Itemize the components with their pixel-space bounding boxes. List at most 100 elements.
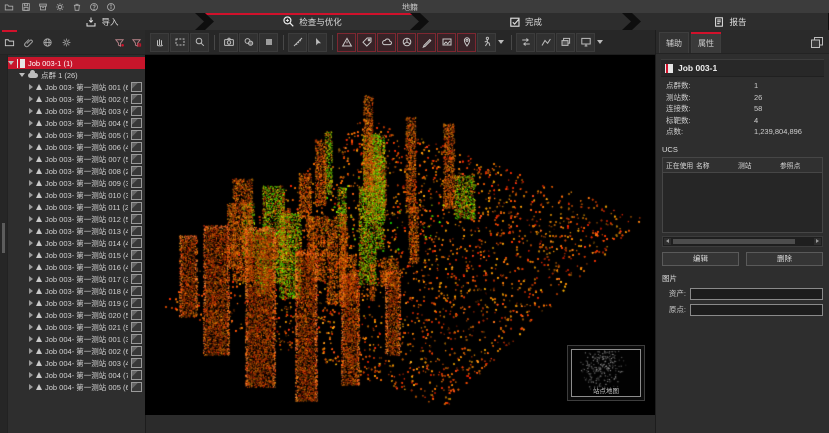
tree-station-row[interactable]: Job 003- 第一测站 019 (2) <box>8 297 145 309</box>
cube-view-icon[interactable] <box>259 33 278 52</box>
caret-expanded-icon[interactable] <box>8 61 14 65</box>
tree-station-row[interactable]: Job 003- 第一测站 011 (2) <box>8 201 145 213</box>
cloud-annotation-icon[interactable] <box>377 33 396 52</box>
tree-station-row[interactable]: Job 003- 第一测站 001 (6) <box>8 81 145 93</box>
caret-collapsed-icon[interactable] <box>29 180 33 186</box>
image-thumbnail-icon[interactable] <box>131 226 142 236</box>
ucs-table[interactable]: 正在使用 名称 测站 参照点 <box>662 157 823 233</box>
caret-collapsed-icon[interactable] <box>29 276 33 282</box>
caret-collapsed-icon[interactable] <box>29 324 33 330</box>
caret-collapsed-icon[interactable] <box>29 264 33 270</box>
image-thumbnail-icon[interactable] <box>131 178 142 188</box>
image-thumbnail-icon[interactable] <box>131 370 142 380</box>
tree-station-row[interactable]: Job 003- 第一测站 020 (5) <box>8 309 145 321</box>
tree-group-row[interactable]: 点群 1 (26) <box>8 69 145 81</box>
image-thumbnail-icon[interactable] <box>131 190 142 200</box>
walkthrough-dropdown-icon[interactable] <box>498 40 504 44</box>
tab-properties[interactable]: 属性 <box>691 32 721 53</box>
caret-collapsed-icon[interactable] <box>29 312 33 318</box>
tree-station-row[interactable]: Job 003- 第一测站 021 (9) <box>8 321 145 333</box>
image-thumbnail-icon[interactable] <box>131 310 142 320</box>
caret-collapsed-icon[interactable] <box>29 84 33 90</box>
image-thumbnail-icon[interactable] <box>131 238 142 248</box>
image-thumbnail-icon[interactable] <box>131 94 142 104</box>
settings-gear-icon[interactable] <box>51 0 68 13</box>
caret-collapsed-icon[interactable] <box>29 384 33 390</box>
overlap-images-icon[interactable] <box>556 33 575 52</box>
workflow-stage-complete[interactable]: 完成 <box>420 13 631 30</box>
save-project-icon[interactable] <box>17 0 34 13</box>
image-thumbnail-icon[interactable] <box>131 154 142 164</box>
caret-collapsed-icon[interactable] <box>29 372 33 378</box>
caret-collapsed-icon[interactable] <box>29 336 33 342</box>
ucs-horizontal-scrollbar[interactable] <box>662 236 823 247</box>
image-thumbnail-icon[interactable] <box>131 334 142 344</box>
caret-collapsed-icon[interactable] <box>29 216 33 222</box>
image-thumbnail-icon[interactable] <box>131 298 142 308</box>
tree-station-row[interactable]: Job 004- 第一测站 003 (4) <box>8 357 145 369</box>
image-thumbnail-icon[interactable] <box>131 274 142 284</box>
image-annotation-icon[interactable] <box>437 33 456 52</box>
caret-collapsed-icon[interactable] <box>29 252 33 258</box>
scrollbar-thumb[interactable] <box>673 239 795 244</box>
caret-collapsed-icon[interactable] <box>29 144 33 150</box>
measure-icon[interactable] <box>288 33 307 52</box>
tree-station-row[interactable]: Job 003- 第一测站 004 (5) <box>8 117 145 129</box>
image-thumbnail-icon[interactable] <box>131 166 142 176</box>
open-project-icon[interactable] <box>0 0 17 13</box>
origin-field[interactable] <box>690 304 823 316</box>
tree-station-row[interactable]: Job 004- 第一测站 005 (6) <box>8 381 145 393</box>
caret-expanded-icon[interactable] <box>19 73 25 77</box>
pan-icon[interactable] <box>150 33 169 52</box>
tree-station-row[interactable]: Job 004- 第一测站 002 (6) <box>8 345 145 357</box>
image-thumbnail-icon[interactable] <box>131 382 142 392</box>
pick-point-icon[interactable] <box>308 33 327 52</box>
tree-station-row[interactable]: Job 003- 第一测站 005 (7) <box>8 129 145 141</box>
caret-collapsed-icon[interactable] <box>29 240 33 246</box>
mark-issue-icon[interactable] <box>337 33 356 52</box>
tree-station-row[interactable]: Job 003- 第一测站 014 (4) <box>8 237 145 249</box>
help-icon[interactable] <box>85 0 102 13</box>
image-thumbnail-icon[interactable] <box>131 262 142 272</box>
image-thumbnail-icon[interactable] <box>131 322 142 332</box>
walkthrough-icon[interactable] <box>477 33 496 52</box>
tree-station-row[interactable]: Job 004- 第一测站 004 (7) <box>8 369 145 381</box>
workflow-stage-inspect[interactable]: 检查与优化 <box>205 13 419 30</box>
caret-collapsed-icon[interactable] <box>29 228 33 234</box>
limit-sphere-icon[interactable] <box>397 33 416 52</box>
panel-layout-icon[interactable] <box>808 32 826 53</box>
caret-collapsed-icon[interactable] <box>29 156 33 162</box>
tree-station-row[interactable]: Job 003- 第一测站 009 (3) <box>8 177 145 189</box>
archive-icon[interactable] <box>34 0 51 13</box>
delete-trash-icon[interactable] <box>68 0 85 13</box>
caret-collapsed-icon[interactable] <box>29 120 33 126</box>
asset-field[interactable] <box>690 288 823 300</box>
delete-button[interactable]: 删除 <box>746 252 823 266</box>
tree-station-row[interactable]: Job 004- 第一测站 001 (3) <box>8 333 145 345</box>
tree-root-row[interactable]: Job 003-1 (1) <box>8 57 145 69</box>
tree-scrollbar[interactable] <box>0 55 8 433</box>
tree-station-row[interactable]: Job 003- 第一测站 002 (5) <box>8 93 145 105</box>
settings-tab-icon[interactable] <box>57 30 76 54</box>
pointcloud-viewport[interactable]: 站点地图 <box>145 55 655 415</box>
caret-collapsed-icon[interactable] <box>29 192 33 198</box>
scroll-left-icon[interactable] <box>664 238 671 245</box>
scroll-right-icon[interactable] <box>814 238 821 245</box>
link-tab-icon[interactable] <box>19 30 38 54</box>
tree-station-row[interactable]: Job 003- 第一测站 012 (5) <box>8 213 145 225</box>
caret-collapsed-icon[interactable] <box>29 108 33 114</box>
tree-station-row[interactable]: Job 003- 第一测站 008 (2) <box>8 165 145 177</box>
caret-collapsed-icon[interactable] <box>29 96 33 102</box>
project-tree-tab-icon[interactable] <box>0 30 19 54</box>
screen-capture-icon[interactable] <box>576 33 595 52</box>
caret-collapsed-icon[interactable] <box>29 360 33 366</box>
tree-station-row[interactable]: Job 003- 第一测站 018 (4) <box>8 285 145 297</box>
tree-station-row[interactable]: Job 003- 第一测站 017 (3) <box>8 273 145 285</box>
info-icon[interactable] <box>102 0 119 13</box>
tree-station-row[interactable]: Job 003- 第一测站 007 (5) <box>8 153 145 165</box>
tag-icon[interactable] <box>357 33 376 52</box>
render-spheres-icon[interactable] <box>239 33 258 52</box>
image-thumbnail-icon[interactable] <box>131 106 142 116</box>
tree-station-row[interactable]: Job 003- 第一测站 006 (4) <box>8 141 145 153</box>
image-thumbnail-icon[interactable] <box>131 130 142 140</box>
